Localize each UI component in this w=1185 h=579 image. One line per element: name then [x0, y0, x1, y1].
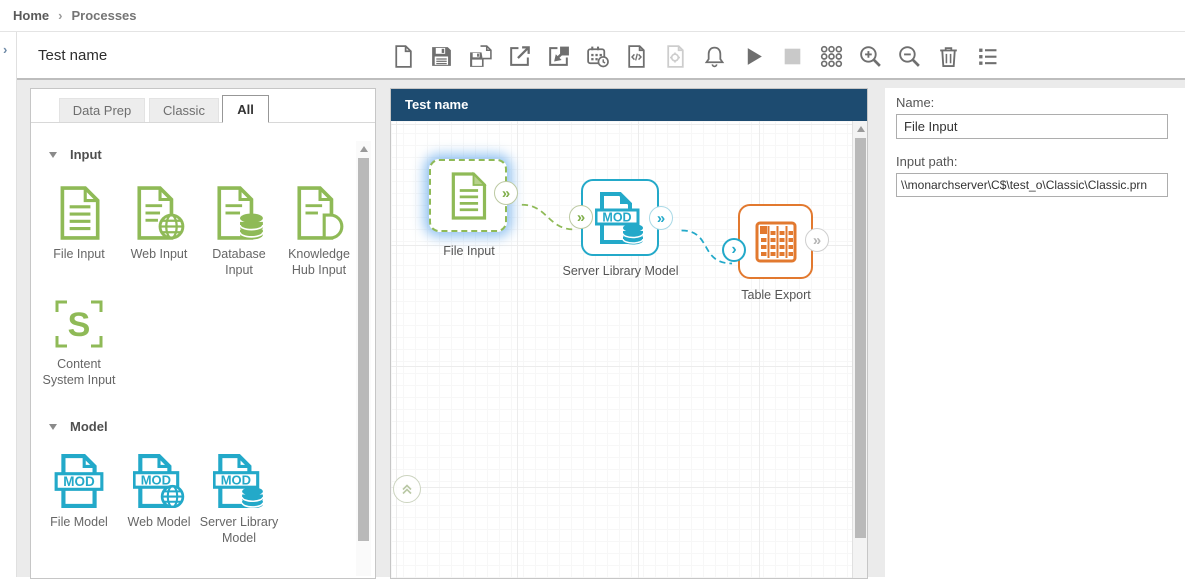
alerts-button[interactable]: [701, 43, 727, 69]
canvas-title: Test name: [391, 89, 867, 121]
database-input-icon: [199, 184, 279, 240]
new-document-icon: [390, 44, 415, 69]
run-button[interactable]: [740, 43, 766, 69]
palette-tabs: Data Prep Classic All: [31, 89, 375, 123]
bell-icon: [702, 44, 727, 69]
schedule-button[interactable]: [584, 43, 610, 69]
palette-item-server-library-model[interactable]: MOD Server Library Model: [199, 452, 279, 546]
save-as-icon: [468, 44, 493, 69]
process-header: Test name: [17, 32, 1185, 80]
stop-icon: [780, 44, 805, 69]
list-icon: [975, 44, 1000, 69]
content-system-input-icon: S: [39, 294, 119, 350]
input-path-input[interactable]: [896, 173, 1168, 197]
import-window-icon: [546, 44, 571, 69]
process-title: Test name: [38, 32, 107, 80]
port-file-input-output[interactable]: »: [494, 181, 518, 205]
svg-text:MOD: MOD: [63, 474, 95, 489]
zoom-out-icon: [897, 44, 922, 69]
design-canvas[interactable]: File Input » MOD Server Library Model » …: [391, 121, 867, 578]
process-settings-button[interactable]: [662, 43, 688, 69]
web-model-icon: MOD: [119, 452, 199, 508]
server-library-model-node-icon: MOD: [583, 181, 657, 254]
file-model-icon: MOD: [39, 452, 119, 508]
breadcrumb-separator: ›: [58, 8, 62, 23]
collapsed-nav-strip: ›: [0, 32, 17, 577]
palette-item-knowledge-hub-input[interactable]: Knowledge Hub Input: [279, 184, 359, 278]
tab-all[interactable]: All: [222, 95, 269, 123]
export-process-button[interactable]: [506, 43, 532, 69]
canvas-panel: Test name File Input » MOD Server Librar…: [390, 88, 868, 579]
svg-text:S: S: [68, 306, 91, 344]
name-input[interactable]: [896, 114, 1168, 139]
port-model-input[interactable]: »: [569, 205, 593, 229]
zoom-out-button[interactable]: [896, 43, 922, 69]
canvas-scrollbar-thumb[interactable]: [855, 138, 866, 538]
new-process-button[interactable]: [389, 43, 415, 69]
node-label-file-input: File Input: [399, 243, 539, 259]
collapse-up-icon[interactable]: [393, 475, 421, 503]
toolbar: [389, 32, 1000, 80]
palette-scrollbar[interactable]: [356, 141, 371, 576]
delete-button[interactable]: [935, 43, 961, 69]
breadcrumb-processes[interactable]: Processes: [71, 8, 136, 23]
node-table-export[interactable]: [738, 204, 813, 279]
palette-item-web-model[interactable]: MOD Web Model: [119, 452, 199, 530]
palette-item-file-model[interactable]: MOD File Model: [39, 452, 119, 530]
svg-text:MOD: MOD: [221, 473, 251, 488]
palette-item-database-input[interactable]: Database Input: [199, 184, 279, 278]
toggle-grid-button[interactable]: [818, 43, 844, 69]
connector-file-input-to-model: [522, 205, 575, 230]
settings-page-icon: [663, 44, 688, 69]
knowledge-hub-input-icon: [279, 184, 359, 240]
save-icon: [429, 44, 454, 69]
web-input-icon: [119, 184, 199, 240]
collapse-arrow-icon: [49, 424, 57, 430]
svg-text:MOD: MOD: [602, 210, 631, 224]
breadcrumb-home[interactable]: Home: [13, 8, 49, 23]
input-path-label: Input path:: [896, 154, 1173, 169]
expand-nav-icon[interactable]: ›: [3, 42, 7, 57]
breadcrumb: Home › Processes: [0, 0, 1185, 32]
properties-panel: Name: Input path:: [885, 88, 1185, 577]
export-window-icon: [507, 44, 532, 69]
port-model-output[interactable]: »: [649, 206, 673, 230]
log-list-button[interactable]: [974, 43, 1000, 69]
palette-panel: Data Prep Classic All Input File Input W…: [30, 88, 376, 579]
scroll-up-icon[interactable]: [853, 121, 867, 136]
node-label-table-export: Table Export: [706, 287, 846, 303]
save-button[interactable]: [428, 43, 454, 69]
grid-dots-icon: [819, 44, 844, 69]
code-page-icon: [624, 44, 649, 69]
play-icon: [741, 44, 766, 69]
section-input[interactable]: Input: [49, 147, 102, 162]
file-input-icon: [39, 184, 119, 240]
palette-item-web-input[interactable]: Web Input: [119, 184, 199, 262]
name-label: Name:: [896, 95, 1173, 110]
workspace: Test name Data Prep Classic All: [17, 32, 1185, 577]
palette-item-content-system-input[interactable]: S Content System Input: [39, 294, 119, 388]
zoom-in-button[interactable]: [857, 43, 883, 69]
calendar-clock-icon: [585, 44, 610, 69]
import-process-button[interactable]: [545, 43, 571, 69]
tab-data-prep[interactable]: Data Prep: [59, 98, 145, 122]
scroll-up-icon[interactable]: [356, 141, 371, 156]
port-export-input[interactable]: ›: [722, 238, 746, 262]
palette-item-file-input[interactable]: File Input: [39, 184, 119, 262]
save-as-button[interactable]: [467, 43, 493, 69]
svg-text:MOD: MOD: [141, 473, 171, 488]
stop-button[interactable]: [779, 43, 805, 69]
collapse-arrow-icon: [49, 152, 57, 158]
process-definition-button[interactable]: [623, 43, 649, 69]
port-export-output[interactable]: »: [805, 228, 829, 252]
server-library-model-icon: MOD: [199, 452, 279, 508]
section-model[interactable]: Model: [49, 419, 108, 434]
node-label-server-library-model: Server Library Model: [543, 263, 698, 279]
trash-icon: [936, 44, 961, 69]
canvas-scrollbar[interactable]: [852, 121, 867, 578]
palette-scrollbar-thumb[interactable]: [358, 158, 369, 541]
tab-classic[interactable]: Classic: [149, 98, 219, 122]
table-export-node-icon: [740, 206, 811, 277]
zoom-in-icon: [858, 44, 883, 69]
